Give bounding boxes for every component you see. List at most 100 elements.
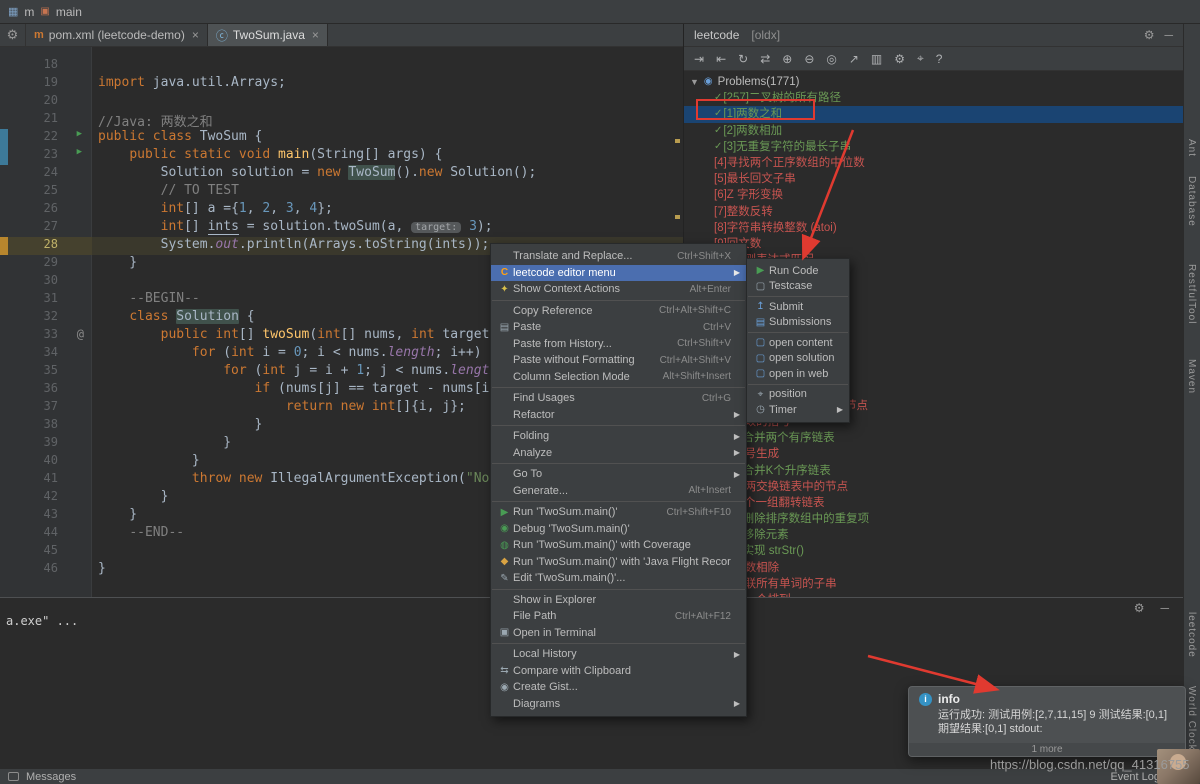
menu-item-copy-reference[interactable]: Copy Reference Ctrl+Alt+Shift+C [491, 303, 746, 320]
tool-strip-maven[interactable]: Maven [1186, 359, 1197, 394]
problem-item[interactable]: [22]括号生成 [684, 446, 1183, 462]
submenu-item-testcase[interactable]: ▢ Testcase [747, 279, 849, 295]
tool-strip-ant[interactable]: Ant [1186, 139, 1197, 157]
problem-item[interactable]: ✓[26]删除排序数组中的重复项 [684, 511, 1183, 527]
run-gutter-icon[interactable]: ▶ [77, 147, 82, 157]
sign-in-icon[interactable]: ⇥ [694, 52, 704, 66]
statistics-icon[interactable]: ▥ [871, 52, 882, 66]
leetcode-panel-tab-oldx[interactable]: [oldx] [751, 28, 780, 42]
problem-item[interactable]: [5]最长回文子串 [684, 171, 1183, 187]
submenu-item-open-solution[interactable]: ▢ open solution [747, 351, 849, 367]
menu-item-paste-from-history[interactable]: Paste from History... Ctrl+Shift+V [491, 336, 746, 353]
problem-item[interactable]: [7]整数反转 [684, 204, 1183, 220]
problem-item[interactable]: [6]Z 字形变换 [684, 187, 1183, 203]
refresh-icon[interactable]: ↻ [738, 52, 748, 66]
problem-item[interactable]: ✓[21]合并两个有序链表 [684, 430, 1183, 446]
problem-item[interactable]: ✓ [2]两数相加 [684, 123, 1183, 139]
tool-strip-leetcode[interactable]: leetcode [1186, 612, 1197, 658]
problem-item[interactable]: [8]字符串转换整数 (atoi) [684, 220, 1183, 236]
problem-item[interactable]: ✓[28]实现 strStr() [684, 543, 1183, 559]
problem-item[interactable]: ✓ [1]两数之和 [684, 106, 1183, 123]
code-line[interactable]: 19 import java.util.Arrays; [0, 75, 683, 93]
code-line[interactable]: 22 ▶ public class TwoSum { [0, 129, 683, 147]
sign-out-icon[interactable]: ⇤ [716, 52, 726, 66]
editor-tab[interactable]: m pom.xml (leetcode-demo) × [26, 24, 208, 46]
menu-item-show-context-actions[interactable]: ✦ Show Context Actions Alt+Enter [491, 281, 746, 298]
problem-item[interactable]: [4]寻找两个正序数组的中位数 [684, 155, 1183, 171]
menu-item-find-usages[interactable]: Find Usages Ctrl+G [491, 390, 746, 407]
panel-minimize-icon[interactable]: ─ [1164, 28, 1173, 42]
console-minimize-icon[interactable]: ─ [1160, 601, 1169, 615]
menu-item-refactor[interactable]: Refactor ▶ [491, 407, 746, 424]
submenu-item-submissions[interactable]: ▤ Submissions [747, 315, 849, 331]
project-label[interactable]: m [24, 5, 34, 19]
chevron-down-icon[interactable]: ▼ [690, 74, 699, 90]
run-result-notification[interactable]: i info 运行成功: 测试用例:[2,7,11,15] 9 测试结果:[0,… [908, 686, 1186, 757]
problems-root[interactable]: ▼ ◉ Problems(1771) [684, 74, 1183, 90]
code-line[interactable]: 23 ▶ public static void main(String[] arg… [0, 147, 683, 165]
problem-item[interactable]: ✓ [257]二叉树的所有路径 [684, 90, 1183, 106]
tool-strip-restfultool[interactable]: RestfulTool [1186, 264, 1197, 324]
leetcode-panel-title[interactable]: leetcode [694, 28, 739, 42]
submenu-item-open-content[interactable]: ▢ open content [747, 335, 849, 351]
shuffle-icon[interactable]: ⇄ [760, 52, 770, 66]
console-settings-icon[interactable]: ⚙ [1134, 601, 1145, 615]
submenu-item-timer[interactable]: ◷ Timer ▶ [747, 402, 849, 418]
problem-item[interactable]: ✓[27]移除元素 [684, 527, 1183, 543]
code-line[interactable]: 21 //Java: 两数之和 [0, 111, 683, 130]
menu-item-local-history[interactable]: Local History ▶ [491, 646, 746, 663]
problem-item[interactable]: [30]串联所有单词的子串 [684, 576, 1183, 592]
close-tab-icon[interactable]: × [192, 28, 199, 42]
menu-item-debug-main[interactable]: ◉ Debug 'TwoSum.main()' [491, 521, 746, 538]
menu-item-create-gist[interactable]: ◉ Create Gist... [491, 679, 746, 696]
navigate-icon[interactable]: ↗ [849, 52, 859, 66]
tool-strip-database[interactable]: Database [1186, 176, 1197, 227]
editor-tab[interactable]: ⓒ TwoSum.java × [207, 24, 328, 46]
run-config-selector[interactable]: main [56, 5, 82, 19]
annotation-gutter-icon[interactable]: @ [77, 327, 84, 341]
panel-settings-icon[interactable]: ⚙ [1144, 28, 1155, 42]
menu-item-column-selection-mode[interactable]: Column Selection Mode Alt+Shift+Insert [491, 369, 746, 386]
menu-item-paste-without-formatting[interactable]: Paste without Formatting Ctrl+Alt+Shift+V [491, 352, 746, 369]
menu-item-edit-main[interactable]: ✎ Edit 'TwoSum.main()'... [491, 570, 746, 587]
code-line[interactable]: 24 Solution solution = new TwoSum().new … [0, 165, 683, 183]
menu-item-leetcode-editor-menu[interactable]: Cleetcode editor menu ▶ [491, 264, 746, 281]
menu-item-show-in-explorer[interactable]: Show in Explorer [491, 592, 746, 609]
submenu-item-position[interactable]: ⌖ position [747, 387, 849, 403]
menu-item-diagrams[interactable]: Diagrams ▶ [491, 696, 746, 713]
zoom-in-icon[interactable]: ⊕ [782, 52, 792, 66]
problem-item[interactable]: [24]两两交换链表中的节点 [684, 479, 1183, 495]
notification-more-link[interactable]: 1 more [909, 743, 1185, 756]
code-line[interactable]: 27 int[] ints = solution.twoSum(a, targe… [0, 219, 683, 237]
problem-item[interactable]: ✓[23]合并K个升序链表 [684, 463, 1183, 479]
problem-item[interactable]: [29]两数相除 [684, 560, 1183, 576]
target-icon[interactable]: ◎ [826, 52, 836, 66]
menu-item-compare-with-clipboard[interactable]: ⇆ Compare with Clipboard [491, 663, 746, 680]
submenu-item-submit[interactable]: ↥ Submit [747, 299, 849, 315]
menu-item-run-with-coverage[interactable]: ◍ Run 'TwoSum.main()' with Coverage [491, 537, 746, 554]
menu-item-paste[interactable]: ▤ Paste Ctrl+V [491, 319, 746, 336]
menu-item-run-main[interactable]: ▶ Run 'TwoSum.main()' Ctrl+Shift+F10 [491, 504, 746, 521]
help-icon[interactable]: ? [936, 52, 943, 66]
event-log-button[interactable]: Event Log [1110, 771, 1160, 783]
submenu-item-run-code[interactable]: ▶ Run Code [747, 263, 849, 279]
menu-item-generate[interactable]: Generate... Alt+Insert [491, 483, 746, 500]
zoom-out-icon[interactable]: ⊖ [804, 52, 814, 66]
menu-item-run-with-jfr[interactable]: ◆ Run 'TwoSum.main()' with 'Java Flight R… [491, 554, 746, 571]
menu-item-translate-and-replace[interactable]: Translate and Replace... Ctrl+Shift+X [491, 248, 746, 265]
run-gutter-icon[interactable]: ▶ [77, 129, 82, 139]
close-tab-icon[interactable]: × [312, 28, 319, 42]
menu-item-folding[interactable]: Folding ▶ [491, 428, 746, 445]
statusbar-messages[interactable]: Messages [26, 771, 76, 783]
editor-gear-icon[interactable]: ⚙ [0, 24, 26, 46]
code-line[interactable]: 25 // TO TEST [0, 183, 683, 201]
menu-item-analyze[interactable]: Analyze ▶ [491, 445, 746, 462]
code-line[interactable]: 26 int[] a ={1, 2, 3, 4}; [0, 201, 683, 219]
problem-item[interactable]: [9]回文数 [684, 236, 1183, 252]
toolbar-settings-icon[interactable]: ⚙ [894, 52, 905, 66]
menu-item-go-to[interactable]: Go To ▶ [491, 466, 746, 483]
submenu-item-open-in-web[interactable]: ▢ open in web [747, 366, 849, 382]
menu-item-file-path[interactable]: File Path Ctrl+Alt+F12 [491, 608, 746, 625]
pin-icon[interactable]: ⌖ [917, 51, 924, 66]
menu-item-open-in-terminal[interactable]: ▣ Open in Terminal [491, 625, 746, 642]
